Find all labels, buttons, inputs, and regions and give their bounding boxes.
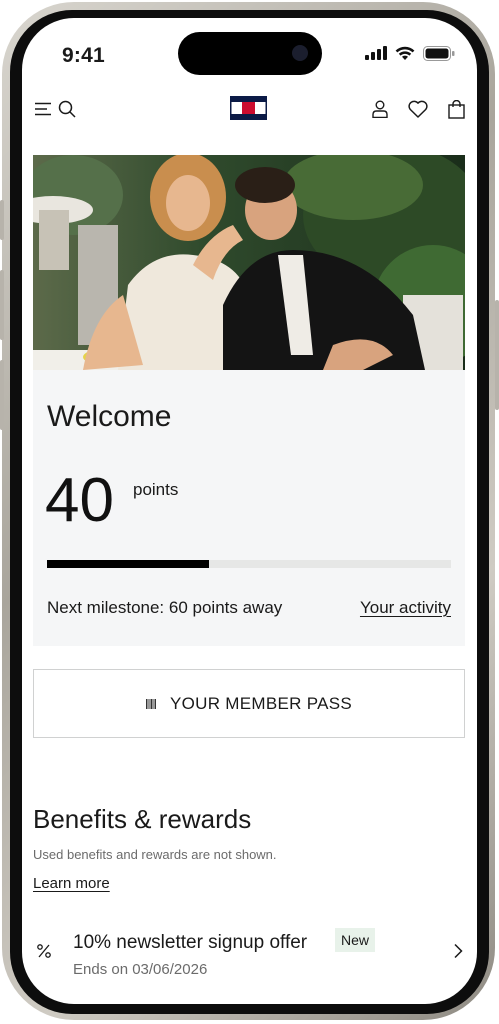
points-progress-fill — [47, 560, 209, 568]
hamburger-icon[interactable] — [32, 98, 54, 120]
header-left — [32, 98, 78, 120]
points-value: 40 — [45, 466, 114, 535]
dynamic-island — [178, 32, 322, 75]
search-icon[interactable] — [56, 98, 78, 120]
tommy-flag-logo[interactable] — [230, 96, 267, 120]
volume-down-button — [0, 360, 4, 430]
percent-icon — [36, 943, 52, 964]
learn-more-link[interactable]: Learn more — [33, 875, 110, 892]
screen: 9:41 Welcome 40 points Next milestone: 6… — [22, 18, 477, 1004]
barcode-icon — [145, 698, 156, 709]
benefits-note: Used benefits and rewards are not shown. — [33, 847, 277, 862]
user-icon[interactable] — [369, 98, 391, 120]
member-pass-button[interactable]: YOUR MEMBER PASS — [33, 669, 465, 738]
status-time: 9:41 — [62, 44, 105, 67]
member-pass-label: YOUR MEMBER PASS — [169, 693, 353, 713]
front-camera — [292, 45, 308, 61]
power-button — [495, 300, 499, 410]
offer-item[interactable]: 10% newsletter signup offer New Ends on … — [22, 923, 477, 993]
hero-image — [33, 155, 465, 370]
shopping-bag-icon[interactable] — [445, 98, 467, 120]
points-unit: points — [133, 480, 179, 499]
offer-title: 10% newsletter signup offer — [73, 932, 308, 953]
welcome-title: Welcome — [47, 400, 172, 433]
wifi-icon — [395, 46, 415, 60]
heart-icon[interactable] — [407, 98, 429, 120]
battery-icon — [423, 45, 455, 61]
action-button — [0, 200, 4, 240]
your-activity-link[interactable]: Your activity — [360, 598, 451, 618]
points-progress-bar — [47, 560, 451, 568]
benefits-title: Benefits & rewards — [33, 804, 252, 834]
header-right — [369, 98, 467, 120]
offer-expiry: Ends on 03/06/2026 — [73, 961, 208, 978]
points-card: Welcome 40 points Next milestone: 60 poi… — [33, 370, 465, 646]
chevron-right-icon — [453, 943, 463, 964]
status-icons — [365, 44, 455, 62]
signal-icon — [365, 46, 387, 60]
volume-up-button — [0, 270, 4, 340]
new-badge: New — [335, 928, 376, 952]
hero-photo — [33, 155, 465, 370]
milestone-text: Next milestone: 60 points away — [47, 598, 283, 617]
